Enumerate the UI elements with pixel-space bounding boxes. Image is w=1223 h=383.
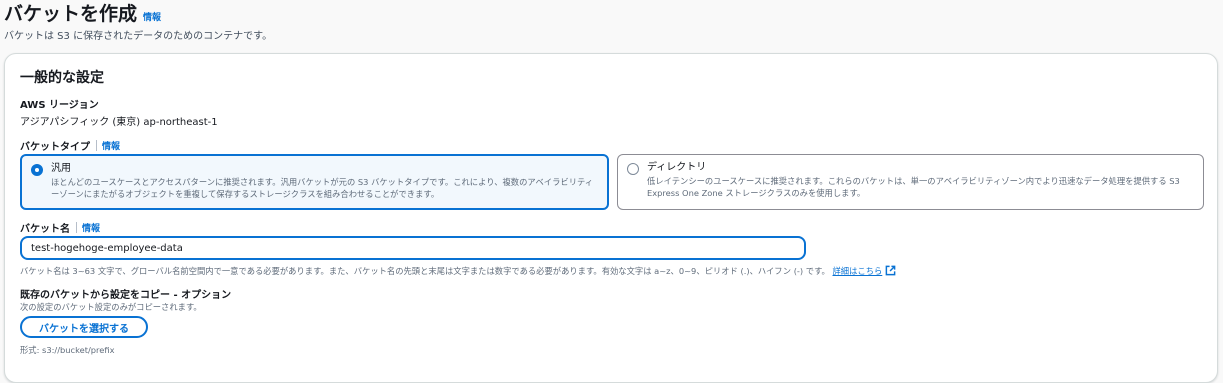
bucket-type-label: バケットタイプ 情報 [20, 138, 120, 153]
bucket-type-directory-title: ディレクトリ [647, 162, 707, 173]
page-header: バケットを作成 情報 バケットは S3 に保存されたデータのためのコンテナです。 [4, 2, 272, 42]
format-hint: 形式: s3://bucket/prefix [20, 345, 115, 355]
section-title: 一般的な設定 [20, 70, 104, 86]
bucket-name-label-text: バケット名 [20, 224, 70, 235]
region-label-text: AWS リージョン [20, 100, 99, 111]
bucket-type-label-text: バケットタイプ [20, 142, 90, 153]
radio-unselected-icon[interactable] [627, 163, 639, 175]
label-divider [96, 140, 97, 151]
copy-settings-label: 既存のバケットから設定をコピー - オプション [20, 286, 231, 301]
page-description: バケットは S3 に保存されたデータのためのコンテナです。 [4, 31, 273, 42]
learn-more-link[interactable]: 詳細はこちら [833, 266, 883, 276]
bucket-name-label: バケット名 情報 [20, 220, 100, 235]
bucket-type-general-purpose-tile[interactable]: 汎用 ほとんどのユースケースとアクセスパターンに推奨されます。汎用バケットが元の… [20, 154, 609, 210]
page-info-link[interactable]: 情報 [143, 10, 161, 23]
radio-selected-icon[interactable] [31, 164, 43, 176]
copy-settings-desc: 次の設定のバケット設定のみがコピーされます。 [20, 302, 202, 312]
label-divider [76, 222, 77, 233]
page-title: バケットを作成 [4, 3, 138, 25]
copy-settings-label-text: 既存のバケットから設定をコピー - オプション [20, 290, 232, 301]
bucket-type-info-link[interactable]: 情報 [102, 139, 120, 152]
bucket-type-general-title: 汎用 [51, 163, 71, 174]
external-link-icon[interactable] [885, 265, 896, 278]
choose-bucket-button[interactable]: バケットを選択する [20, 316, 148, 338]
page-title-row: バケットを作成 情報 [4, 2, 272, 26]
bucket-name-info-link[interactable]: 情報 [82, 221, 100, 234]
bucket-name-input[interactable] [20, 236, 806, 260]
bucket-type-general-desc: ほとんどのユースケースとアクセスパターンに推奨されます。汎用バケットが元の S3… [51, 177, 594, 199]
bucket-type-directory-tile[interactable]: ディレクトリ 低レイテンシーのユースケースに推奨されます。これらのバケットは、単… [617, 154, 1204, 210]
general-settings-panel: 一般的な設定 AWS リージョン アジアパシフィック (東京) ap-north… [4, 53, 1218, 383]
bucket-name-hint-text: バケット名は 3~63 文字で、グローバル名前空間内で一意である必要があります。… [20, 266, 830, 276]
bucket-name-hint: バケット名は 3~63 文字で、グローバル名前空間内で一意である必要があります。… [20, 265, 1200, 278]
region-label: AWS リージョン [20, 96, 99, 111]
region-value: アジアパシフィック (東京) ap-northeast-1 [20, 117, 218, 128]
bucket-type-directory-desc: 低レイテンシーのユースケースに推奨されます。これらのバケットは、単一のアベイラビ… [647, 176, 1180, 198]
